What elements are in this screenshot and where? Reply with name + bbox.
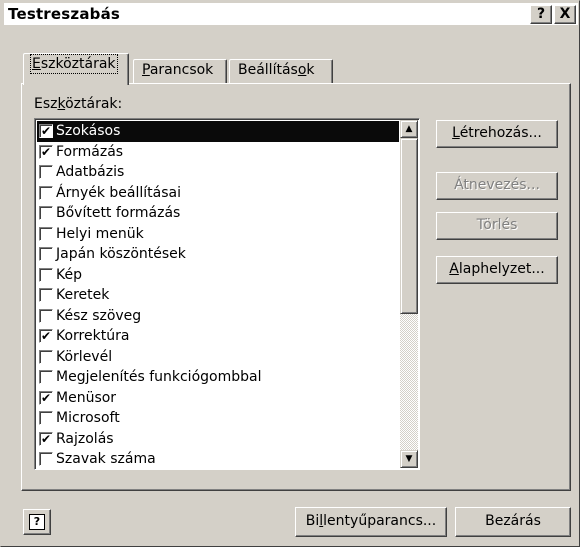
toolbar-list-item[interactable]: ✔ Menüsor	[37, 388, 399, 409]
toolbar-list-item-label: Kép	[56, 266, 82, 283]
toolbar-list-item[interactable]: Bővített formázás	[37, 203, 399, 224]
checkbox-unchecked-icon[interactable]	[39, 185, 53, 200]
help-icon: ?	[29, 514, 45, 530]
toolbar-list-item[interactable]: Árnyék beállításai	[37, 183, 399, 204]
toolbars-panel: Eszköztárak: ✔ Szokásos ✔ Formázás Adatbázis…	[21, 83, 571, 491]
scroll-up-button[interactable]: ▲	[400, 120, 418, 138]
checkbox-unchecked-icon[interactable]	[39, 411, 53, 426]
checkbox-unchecked-icon[interactable]	[39, 349, 53, 364]
keyboard-button[interactable]: Billentyűparancs...	[295, 507, 447, 537]
toolbar-list-item[interactable]: Keretek	[37, 285, 399, 306]
close-window-button[interactable]: X	[554, 5, 576, 24]
toolbar-list-item[interactable]: Japán köszöntések	[37, 244, 399, 265]
toolbar-list-item-label: Formázás	[56, 143, 124, 160]
checkbox-checked-icon[interactable]: ✔	[39, 431, 53, 446]
close-button[interactable]: Bezárás	[455, 507, 571, 537]
delete-button[interactable]: Törlés	[436, 212, 558, 240]
checkbox-unchecked-icon[interactable]	[39, 226, 53, 241]
toolbar-list-item[interactable]: Microsoft	[37, 408, 399, 429]
toolbar-list-item[interactable]: ✔ Korrektúra	[37, 326, 399, 347]
checkbox-unchecked-icon[interactable]	[39, 370, 53, 385]
toolbar-list-item-label: Menüsor	[56, 389, 117, 406]
toolbar-list-item-label: Bővített formázás	[56, 205, 181, 222]
checkbox-unchecked-icon[interactable]	[39, 452, 53, 467]
toolbar-list-item-label: Helyi menük	[56, 225, 144, 242]
toolbar-list-item[interactable]: ✔ Rajzolás	[37, 429, 399, 450]
toolbar-list-item-label: Körlevél	[56, 348, 113, 365]
toolbars-list-items: ✔ Szokásos ✔ Formázás Adatbázis Árnyék beállí…	[37, 121, 399, 469]
tab-options[interactable]: Beállítások	[229, 59, 333, 83]
dialog-title: Testreszabás	[8, 5, 121, 23]
toolbar-list-item-label: Japán köszöntések	[56, 246, 186, 263]
checkbox-checked-icon[interactable]: ✔	[39, 144, 53, 159]
toolbar-list-item[interactable]: Adatbázis	[37, 162, 399, 183]
toolbar-list-item-label: Keretek	[56, 287, 110, 304]
tab-options-label: Beállítások	[238, 62, 315, 78]
toolbars-listbox[interactable]: ✔ Szokásos ✔ Formázás Adatbázis Árnyék beállí…	[34, 118, 420, 470]
rename-button[interactable]: Átnevezés...	[436, 172, 558, 200]
checkbox-unchecked-icon[interactable]	[39, 247, 53, 262]
checkbox-unchecked-icon[interactable]	[39, 165, 53, 180]
toolbar-list-item-label: Szavak száma	[56, 451, 156, 468]
toolbar-list-item[interactable]: Helyi menük	[37, 224, 399, 245]
scroll-thumb[interactable]	[400, 138, 418, 314]
toolbar-list-item[interactable]: ✔ Formázás	[37, 142, 399, 163]
checkbox-unchecked-icon[interactable]	[39, 206, 53, 221]
toolbar-list-item-label: Szokásos	[56, 123, 121, 140]
new-toolbar-button[interactable]: Létrehozás...	[436, 120, 558, 148]
toolbar-list-item[interactable]: Kész szöveg	[37, 306, 399, 327]
toolbar-list-item[interactable]: ✔ Szokásos	[37, 121, 399, 142]
toolbar-list-item-label: Rajzolás	[56, 430, 114, 447]
toolbars-list-label: Eszköztárak:	[34, 96, 123, 112]
toolbar-list-item[interactable]: Körlevél	[37, 347, 399, 368]
checkbox-unchecked-icon[interactable]	[39, 308, 53, 323]
vertical-scrollbar[interactable]: ▲ ▼	[400, 120, 418, 468]
context-help-button[interactable]: ?	[530, 5, 552, 24]
toolbar-list-item-label: Microsoft	[56, 410, 120, 427]
tab-toolbars-label: Eszköztárak	[30, 54, 118, 74]
reset-button[interactable]: Alaphelyzet...	[436, 256, 558, 284]
toolbar-list-item-label: Árnyék beállításai	[56, 184, 181, 201]
help-button[interactable]: ?	[23, 509, 51, 535]
tab-commands-label: Parancsok	[142, 62, 214, 78]
toolbar-list-item-label: Kész szöveg	[56, 307, 142, 324]
toolbar-list-item-label: Korrektúra	[56, 328, 130, 345]
scroll-down-button[interactable]: ▼	[400, 450, 418, 468]
tab-toolbars[interactable]: Eszköztárak	[23, 53, 129, 85]
toolbar-list-item[interactable]: Megjelenítés funkciógombbal	[37, 367, 399, 388]
toolbar-list-item[interactable]: Kép	[37, 265, 399, 286]
checkbox-checked-icon[interactable]: ✔	[39, 329, 53, 344]
checkbox-unchecked-icon[interactable]	[39, 288, 53, 303]
checkbox-checked-icon[interactable]: ✔	[39, 390, 53, 405]
tab-commands[interactable]: Parancsok	[133, 59, 227, 83]
toolbar-list-item[interactable]: Szavak száma	[37, 449, 399, 469]
toolbar-list-item-label: Adatbázis	[56, 164, 125, 181]
customize-dialog: Testreszabás ? X Eszköztárak Parancsok B…	[0, 0, 580, 547]
checkbox-checked-icon[interactable]: ✔	[39, 124, 53, 139]
title-bar: Testreszabás ? X	[4, 3, 578, 25]
toolbar-list-item-label: Megjelenítés funkciógombbal	[56, 369, 262, 386]
checkbox-unchecked-icon[interactable]	[39, 267, 53, 282]
